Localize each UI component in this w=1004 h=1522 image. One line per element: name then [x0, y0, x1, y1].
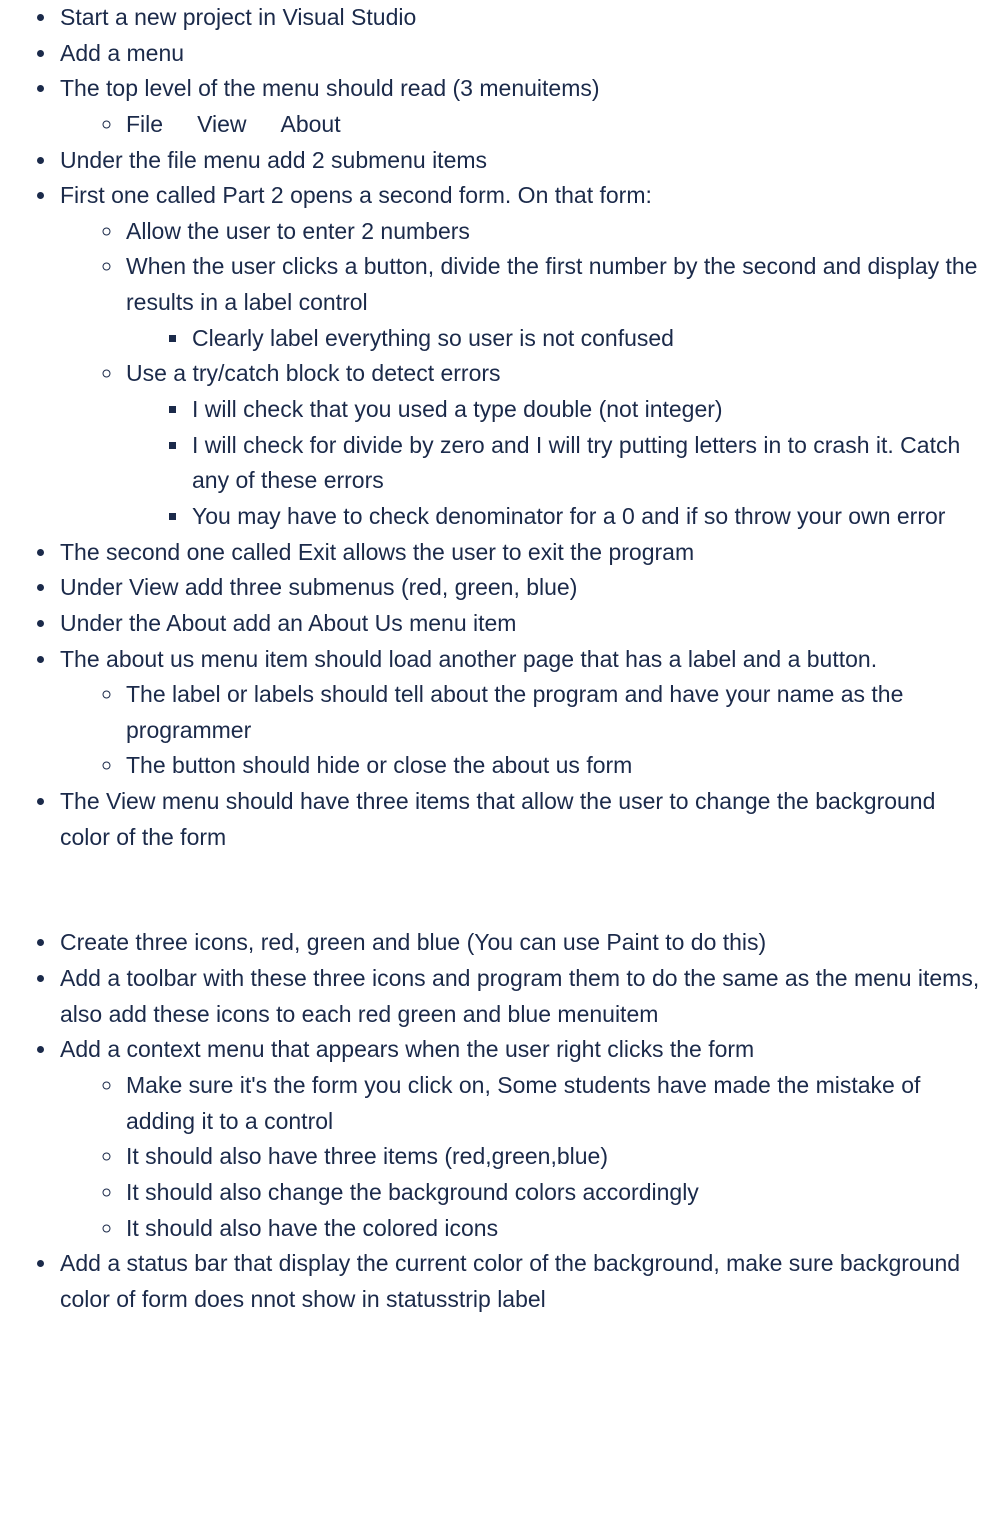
- inline-label: View: [197, 107, 246, 143]
- sectionB.items.2.sub-item: It should also change the background col…: [124, 1175, 988, 1211]
- sectionA.items-item: The about us menu item should load anoth…: [58, 642, 994, 785]
- sublist: File View About: [60, 107, 988, 143]
- instruction-list-a: Start a new project in Visual Studio Add …: [10, 0, 994, 855]
- sectionB.items-item: Add a context menu that appears when the…: [58, 1032, 994, 1246]
- item-text: The about us menu item should load anoth…: [60, 646, 877, 672]
- sectionA.items-item: The View menu should have three items th…: [58, 784, 994, 855]
- item-text: Under the file menu add 2 submenu items: [60, 147, 487, 173]
- sectionA.items-item: Add a menu: [58, 36, 994, 72]
- item-text: You may have to check denominator for a …: [192, 503, 945, 529]
- sectionA.items-item: Under the file menu add 2 submenu items: [58, 143, 994, 179]
- sublist: Allow the user to enter 2 numbers When th…: [60, 214, 988, 535]
- sectionA.items.4.sub.1.sub-item: Clearly label everything so user is not …: [190, 321, 982, 357]
- item-text: Make sure it's the form you click on, So…: [126, 1072, 920, 1134]
- inline-menu-labels: FileViewAbout: [126, 111, 341, 137]
- sublist: The label or labels should tell about th…: [60, 677, 988, 784]
- item-text: Under the About add an About Us menu ite…: [60, 610, 516, 636]
- sublist: I will check that you used a type double…: [126, 392, 982, 535]
- sectionB.items-item: Create three icons, red, green and blue …: [58, 925, 994, 961]
- item-text: Add a context menu that appears when the…: [60, 1036, 754, 1062]
- item-text: The label or labels should tell about th…: [126, 681, 903, 743]
- sectionB.items-item: Add a toolbar with these three icons and…: [58, 961, 994, 1032]
- item-text: The button should hide or close the abou…: [126, 752, 632, 778]
- sectionA.items-item: Start a new project in Visual Studio: [58, 0, 994, 36]
- item-text: First one called Part 2 opens a second f…: [60, 182, 652, 208]
- instruction-list-b: Create three icons, red, green and blue …: [10, 925, 994, 1317]
- sectionA.items.2.sub-item: File View About: [124, 107, 988, 143]
- inline-label: About: [281, 107, 341, 143]
- item-text: The top level of the menu should read (3…: [60, 75, 600, 101]
- item-text: Add a toolbar with these three icons and…: [60, 965, 979, 1027]
- item-text: Clearly label everything so user is not …: [192, 325, 674, 351]
- sectionA.items.8.sub-item: The button should hide or close the abou…: [124, 748, 988, 784]
- item-text: The View menu should have three items th…: [60, 788, 935, 850]
- sectionA.items.4.sub-item: Allow the user to enter 2 numbers: [124, 214, 988, 250]
- sublist: Make sure it's the form you click on, So…: [60, 1068, 988, 1246]
- item-text: Start a new project in Visual Studio: [60, 4, 416, 30]
- sectionA.items-item: Under View add three submenus (red, gree…: [58, 570, 994, 606]
- item-text: Allow the user to enter 2 numbers: [126, 218, 470, 244]
- sectionA.items.4.sub.2.sub-item: You may have to check denominator for a …: [190, 499, 982, 535]
- item-text: Use a try/catch block to detect errors: [126, 360, 501, 386]
- sectionB.items.2.sub-item: It should also have three items (red,gre…: [124, 1139, 988, 1175]
- section-separator: [10, 855, 994, 925]
- item-text: Add a menu: [60, 40, 184, 66]
- sectionA.items.8.sub-item: The label or labels should tell about th…: [124, 677, 988, 748]
- sectionA.items-item: First one called Part 2 opens a second f…: [58, 178, 994, 534]
- sectionA.items-item: The second one called Exit allows the us…: [58, 535, 994, 571]
- item-text: Create three icons, red, green and blue …: [60, 929, 766, 955]
- item-text: Add a status bar that display the curren…: [60, 1250, 960, 1312]
- sectionB.items-item: Add a status bar that display the curren…: [58, 1246, 994, 1317]
- sublist: Clearly label everything so user is not …: [126, 321, 982, 357]
- item-text: It should also have three items (red,gre…: [126, 1143, 608, 1169]
- item-text: It should also change the background col…: [126, 1179, 699, 1205]
- sectionA.items.4.sub-item: When the user clicks a button, divide th…: [124, 249, 988, 356]
- item-text: Under View add three submenus (red, gree…: [60, 574, 577, 600]
- item-text: When the user clicks a button, divide th…: [126, 253, 977, 315]
- item-text: I will check for divide by zero and I wi…: [192, 432, 960, 494]
- item-text: The second one called Exit allows the us…: [60, 539, 694, 565]
- sectionA.items.4.sub-item: Use a try/catch block to detect errors I …: [124, 356, 988, 534]
- inline-label: File: [126, 107, 163, 143]
- sectionA.items-item: Under the About add an About Us menu ite…: [58, 606, 994, 642]
- item-text: It should also have the colored icons: [126, 1215, 498, 1241]
- sectionB.items.2.sub-item: Make sure it's the form you click on, So…: [124, 1068, 988, 1139]
- sectionA.items.4.sub.2.sub-item: I will check that you used a type double…: [190, 392, 982, 428]
- sectionA.items-item: The top level of the menu should read (3…: [58, 71, 994, 142]
- item-text: I will check that you used a type double…: [192, 396, 723, 422]
- sectionA.items.4.sub.2.sub-item: I will check for divide by zero and I wi…: [190, 428, 982, 499]
- sectionB.items.2.sub-item: It should also have the colored icons: [124, 1211, 988, 1247]
